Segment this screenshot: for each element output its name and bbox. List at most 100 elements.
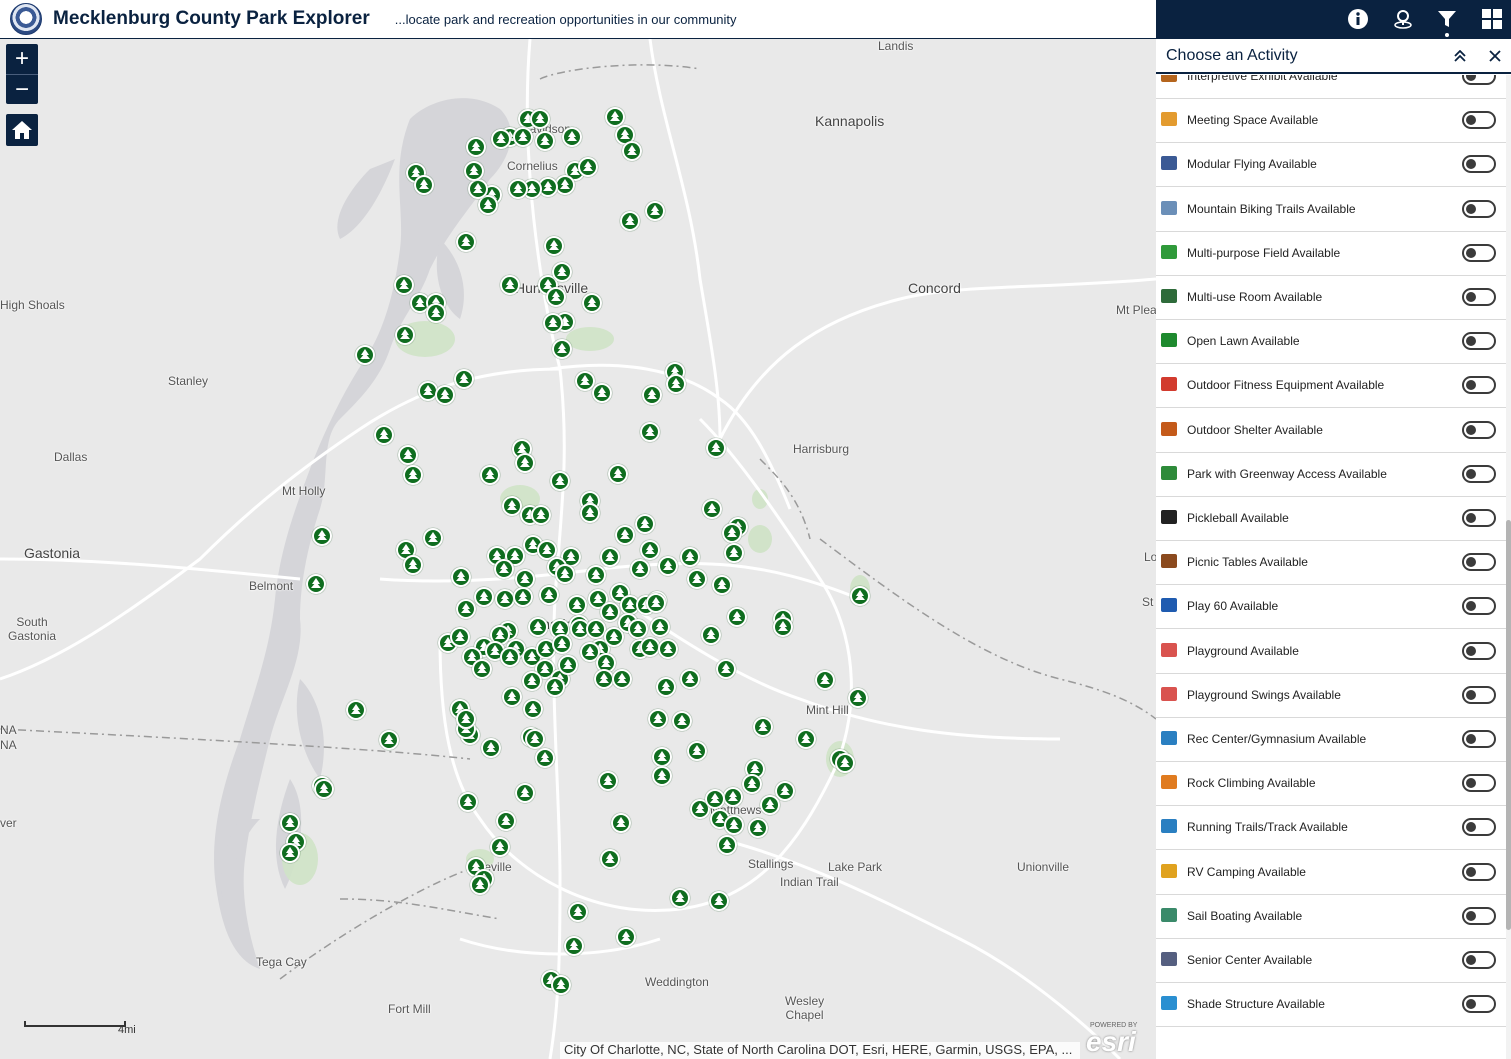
- close-icon[interactable]: [1487, 48, 1503, 64]
- park-marker[interactable]: [535, 131, 555, 151]
- activity-row[interactable]: Outdoor Shelter Available: [1156, 409, 1506, 453]
- park-marker[interactable]: [312, 526, 332, 546]
- activity-toggle[interactable]: [1462, 288, 1496, 306]
- esri-logo[interactable]: POWERED BY esri: [1086, 1022, 1148, 1057]
- park-marker[interactable]: [645, 201, 665, 221]
- activity-toggle[interactable]: [1462, 75, 1496, 85]
- park-marker[interactable]: [598, 771, 618, 791]
- park-marker[interactable]: [464, 161, 484, 181]
- activity-toggle[interactable]: [1462, 155, 1496, 174]
- activity-toggle[interactable]: [1462, 597, 1496, 616]
- park-marker[interactable]: [508, 179, 528, 199]
- park-marker[interactable]: [701, 625, 721, 645]
- park-marker[interactable]: [706, 438, 726, 458]
- park-marker[interactable]: [346, 700, 366, 720]
- park-marker[interactable]: [612, 669, 632, 689]
- activity-row[interactable]: Sail Boating Available: [1156, 895, 1506, 939]
- park-marker[interactable]: [513, 127, 533, 147]
- activity-toggle[interactable]: [1462, 951, 1496, 969]
- park-marker[interactable]: [652, 766, 672, 786]
- park-marker[interactable]: [564, 936, 584, 956]
- park-marker[interactable]: [555, 175, 575, 195]
- activity-toggle[interactable]: [1462, 376, 1496, 395]
- park-marker[interactable]: [280, 813, 300, 833]
- activity-row[interactable]: Picnic Tables Available: [1156, 541, 1506, 586]
- park-marker[interactable]: [395, 325, 415, 345]
- filter-icon[interactable]: [1433, 5, 1461, 37]
- park-marker[interactable]: [594, 669, 614, 689]
- activity-toggle[interactable]: [1462, 774, 1496, 793]
- activity-toggle[interactable]: [1462, 641, 1496, 660]
- park-marker[interactable]: [582, 293, 602, 313]
- activity-row[interactable]: Pickleball Available: [1156, 497, 1506, 541]
- park-marker[interactable]: [379, 730, 399, 750]
- park-marker[interactable]: [724, 815, 744, 835]
- park-marker[interactable]: [578, 157, 598, 177]
- park-marker[interactable]: [552, 634, 572, 654]
- park-marker[interactable]: [600, 602, 620, 622]
- park-marker[interactable]: [848, 688, 868, 708]
- park-marker[interactable]: [600, 849, 620, 869]
- park-marker[interactable]: [306, 574, 326, 594]
- park-marker[interactable]: [666, 374, 686, 394]
- park-marker[interactable]: [835, 753, 855, 773]
- activity-row[interactable]: Rock Climbing Available: [1156, 762, 1506, 807]
- park-marker[interactable]: [414, 175, 434, 195]
- grid-icon[interactable]: [1478, 5, 1506, 33]
- park-marker[interactable]: [672, 711, 692, 731]
- zoom-in-button[interactable]: +: [6, 44, 38, 74]
- map-view[interactable]: Landis Kannapolis Davidson Cornelius Hun…: [0, 39, 1156, 1059]
- park-marker[interactable]: [815, 670, 835, 690]
- park-marker[interactable]: [451, 567, 471, 587]
- activity-row[interactable]: Senior Center Available: [1156, 939, 1506, 983]
- park-marker[interactable]: [515, 453, 535, 473]
- park-marker[interactable]: [494, 559, 514, 579]
- park-marker[interactable]: [592, 383, 612, 403]
- park-marker[interactable]: [555, 564, 575, 584]
- park-marker[interactable]: [760, 795, 780, 815]
- park-marker[interactable]: [551, 975, 571, 995]
- activity-row[interactable]: Modular Flying Available: [1156, 143, 1506, 188]
- home-button[interactable]: [6, 114, 38, 146]
- park-marker[interactable]: [622, 141, 642, 161]
- park-marker[interactable]: [454, 369, 474, 389]
- activity-toggle[interactable]: [1462, 685, 1496, 704]
- park-marker[interactable]: [515, 783, 535, 803]
- activity-toggle[interactable]: [1462, 464, 1496, 483]
- park-marker[interactable]: [456, 232, 476, 252]
- park-marker[interactable]: [586, 565, 606, 585]
- park-marker[interactable]: [635, 514, 655, 534]
- park-marker[interactable]: [456, 599, 476, 619]
- park-marker[interactable]: [630, 559, 650, 579]
- activity-toggle[interactable]: [1462, 995, 1496, 1014]
- activity-row[interactable]: Interpretive Exhibit Available: [1156, 75, 1506, 99]
- park-marker[interactable]: [468, 179, 488, 199]
- park-marker[interactable]: [500, 275, 520, 295]
- park-marker[interactable]: [545, 677, 565, 697]
- info-icon[interactable]: [1344, 5, 1372, 33]
- park-marker[interactable]: [748, 818, 768, 838]
- park-marker[interactable]: [727, 607, 747, 627]
- park-marker[interactable]: [640, 540, 660, 560]
- park-marker[interactable]: [496, 811, 516, 831]
- activity-row[interactable]: Outdoor Fitness Equipment Available: [1156, 364, 1506, 409]
- activity-row[interactable]: Park with Greenway Access Available: [1156, 453, 1506, 497]
- park-marker[interactable]: [723, 787, 743, 807]
- park-marker[interactable]: [525, 729, 545, 749]
- park-marker[interactable]: [724, 543, 744, 563]
- park-marker[interactable]: [656, 677, 676, 697]
- park-marker[interactable]: [495, 589, 515, 609]
- park-marker[interactable]: [552, 262, 572, 282]
- park-marker[interactable]: [773, 617, 793, 637]
- park-marker[interactable]: [580, 503, 600, 523]
- park-marker[interactable]: [528, 617, 548, 637]
- park-marker[interactable]: [648, 709, 668, 729]
- park-marker[interactable]: [280, 843, 300, 863]
- park-marker[interactable]: [502, 687, 522, 707]
- park-marker[interactable]: [435, 385, 455, 405]
- park-marker[interactable]: [398, 445, 418, 465]
- park-marker[interactable]: [687, 741, 707, 761]
- park-marker[interactable]: [470, 875, 490, 895]
- collapse-icon[interactable]: [1452, 48, 1468, 64]
- activity-list[interactable]: Interpretive Exhibit Available Meeting Sp…: [1156, 75, 1506, 1059]
